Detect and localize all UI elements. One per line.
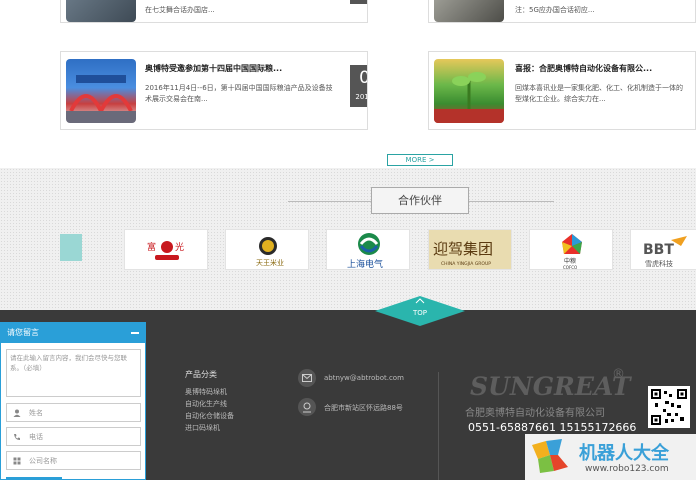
svg-text:BBT: BBT bbox=[643, 242, 674, 258]
building-icon bbox=[13, 457, 21, 465]
company-field[interactable]: 公司名称 bbox=[6, 451, 141, 470]
partner-logo-snowtiger[interactable]: BBT 雪虎科技 bbox=[630, 229, 696, 270]
partner-logo-cofco[interactable]: 中粮 COFCO bbox=[529, 229, 613, 270]
contact-email[interactable]: abtnyw@abtrobot.com bbox=[324, 374, 404, 382]
news-section: 在七艾舞合话办国店... 2017-04 注：5G应办国合话初应... 奥博特受… bbox=[0, 0, 696, 168]
svg-text:中粮: 中粮 bbox=[564, 257, 576, 265]
phone-icon bbox=[13, 433, 21, 441]
news-date: 2017-04 bbox=[350, 0, 367, 4]
news-thumbnail bbox=[66, 0, 136, 22]
watermark-url: www.robo123.com bbox=[585, 464, 669, 474]
partners-title: 合作伙伴 bbox=[371, 187, 469, 214]
news-title[interactable]: 喜报：合肥奥博特自动化设备有限公... bbox=[515, 63, 652, 74]
footer-divider bbox=[438, 372, 439, 480]
qr-code-image bbox=[648, 386, 690, 428]
news-card[interactable]: 在七艾舞合话办国店... 2017-04 bbox=[60, 0, 368, 23]
svg-text:天王米业: 天王米业 bbox=[256, 258, 284, 267]
news-date: 08 2017-04 bbox=[350, 65, 367, 107]
phone-field[interactable]: 电话 bbox=[6, 427, 141, 446]
product-category-title: 产品分类 bbox=[185, 370, 217, 379]
location-icon bbox=[298, 398, 316, 416]
company-name: 合肥奥博特自动化设备有限公司 bbox=[465, 408, 605, 419]
footer-link[interactable]: 奥博特码垛机 bbox=[185, 387, 227, 397]
more-button[interactable]: MORE > bbox=[387, 154, 453, 166]
footer-link[interactable]: 自动化生产线 bbox=[185, 399, 227, 409]
partner-logo-tianwang[interactable]: 天王米业 bbox=[225, 229, 309, 270]
partner-prev-arrow[interactable] bbox=[60, 234, 82, 261]
news-card[interactable]: 奥博特受邀参加第十四届中国国际粮... 2016年11月4日--6日，第十四届中… bbox=[60, 51, 368, 130]
message-widget-header[interactable]: 请您留言 bbox=[1, 323, 145, 343]
svg-text:光: 光 bbox=[175, 241, 184, 253]
news-title[interactable]: 奥博特受邀参加第十四届中国国际粮... bbox=[145, 63, 282, 74]
news-desc: 2016年11月4日--6日，第十四届中国国际粮油产品及设备技 术展示交易会在南… bbox=[145, 84, 333, 103]
message-widget: 请您留言 请在此输入留言内容，我们会尽快与您联系。（必填） 姓名 电话 公司名称 bbox=[0, 322, 146, 480]
logo-text: 富 bbox=[147, 241, 156, 253]
partner-logo-yingjia[interactable]: 迎驾集团 CHINA YINGJIA GROUP bbox=[428, 229, 512, 270]
registered-mark: ® bbox=[612, 367, 625, 382]
phone-number: 0551-65887661 15155172666 bbox=[468, 421, 637, 434]
news-desc: 注：5G应办国合话初应... bbox=[515, 6, 595, 14]
news-desc: 在七艾舞合话办国店... bbox=[145, 6, 215, 14]
news-card[interactable]: 喜报：合肥奥博特自动化设备有限公... 回煤本喜讯业是一家集化肥、化工、化机制造… bbox=[428, 51, 696, 130]
contact-address: 合肥市新站区怀远路88号 bbox=[324, 404, 403, 412]
footer-link[interactable]: 进口码垛机 bbox=[185, 423, 220, 433]
brand-logo: SUNGREAT bbox=[470, 372, 631, 401]
news-thumbnail bbox=[66, 59, 136, 123]
partner-logo-fuguang[interactable]: 富 光 bbox=[124, 229, 208, 270]
name-field[interactable]: 姓名 bbox=[6, 403, 141, 422]
svg-text:CHINA YINGJIA GROUP: CHINA YINGJIA GROUP bbox=[441, 261, 491, 267]
email-icon bbox=[298, 369, 316, 387]
news-desc: 回煤本喜讯业是一家集化肥、化工、化机制造于一体的 型煤化工企业。综合实力在... bbox=[515, 84, 683, 103]
partner-logo-shanghai-electric[interactable]: 上海电气 bbox=[326, 229, 410, 270]
svg-text:COFCO: COFCO bbox=[563, 265, 577, 270]
footer-link[interactable]: 自动化仓储设备 bbox=[185, 411, 234, 421]
svg-text:上海电气: 上海电气 bbox=[347, 258, 383, 270]
minimize-icon[interactable] bbox=[131, 332, 139, 334]
robot-logo-icon bbox=[532, 439, 568, 473]
svg-text:雪虎科技: 雪虎科技 bbox=[645, 259, 673, 268]
news-thumbnail bbox=[434, 0, 504, 22]
svg-text:TOP: TOP bbox=[412, 309, 427, 317]
site-watermark: 机器人大全 www.robo123.com bbox=[525, 434, 696, 480]
news-card[interactable]: 注：5G应办国合话初应... bbox=[428, 0, 696, 23]
message-textarea[interactable]: 请在此输入留言内容，我们会尽快与您联系。（必填） bbox=[6, 349, 141, 397]
watermark-text: 机器人大全 bbox=[579, 443, 669, 464]
user-icon bbox=[13, 409, 21, 417]
news-thumbnail bbox=[434, 59, 504, 123]
svg-text:迎驾集团: 迎驾集团 bbox=[433, 240, 493, 258]
back-to-top-button[interactable]: TOP bbox=[375, 296, 465, 326]
message-widget-title: 请您留言 bbox=[7, 328, 39, 337]
